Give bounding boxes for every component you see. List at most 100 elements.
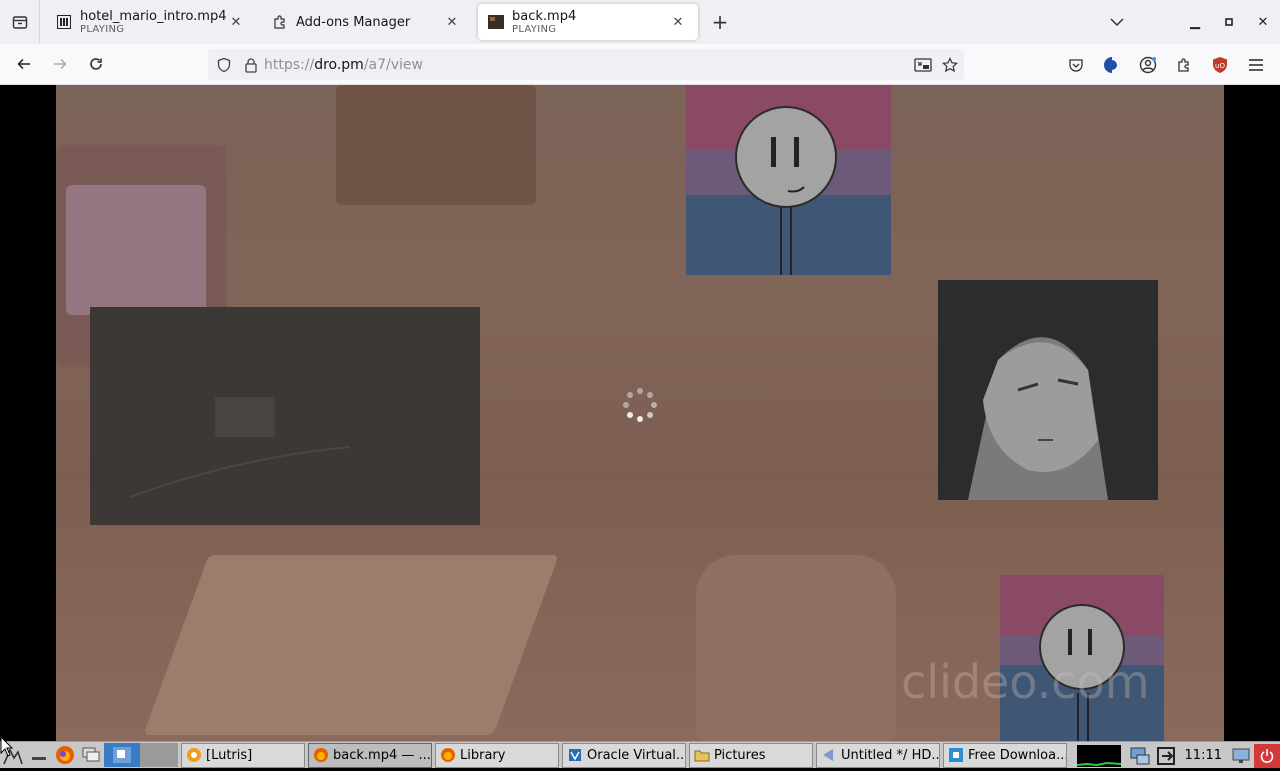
close-tab-icon[interactable]: ✕	[226, 12, 246, 32]
maximize-icon	[1225, 18, 1233, 26]
plus-icon: +	[711, 10, 729, 34]
bookmark-star-icon[interactable]	[942, 56, 958, 73]
task-label: Oracle Virtual...	[587, 747, 686, 763]
url-scheme: https://	[264, 56, 315, 73]
back-button[interactable]	[6, 48, 42, 80]
list-all-tabs-button[interactable]	[1100, 0, 1134, 44]
cpu-graph-widget	[1076, 744, 1121, 767]
taskbar-item-pictures[interactable]: Pictures	[689, 742, 813, 768]
account-button[interactable]	[1130, 49, 1166, 81]
video-player[interactable]: clideo.com	[56, 85, 1224, 741]
task-label: Library	[460, 747, 506, 763]
url-text[interactable]: https://dro.pm/a7/view	[264, 57, 423, 73]
close-icon: ✕	[1257, 14, 1269, 30]
pocket-icon	[1069, 58, 1083, 72]
task-label: [Lutris]	[206, 747, 253, 763]
network-button[interactable]	[1127, 744, 1153, 768]
navigation-toolbar: https://dro.pm/a7/view uO	[0, 44, 1280, 85]
ublock-shield-icon: uO	[1213, 56, 1227, 73]
video-thumbnail-icon	[488, 14, 504, 30]
tab-strip: hotel_mario_intro.mp4 PLAYING ✕ Add-ons …	[0, 0, 1280, 44]
show-desktop-icon	[32, 757, 46, 760]
taskbar-item-virtualbox[interactable]: Oracle Virtual...	[562, 742, 686, 768]
loading-spinner-icon	[623, 388, 657, 422]
extension-button[interactable]	[1094, 49, 1130, 81]
new-tab-button[interactable]: +	[706, 8, 734, 36]
task-label: back.mp4 — ...	[333, 747, 431, 763]
taskbar-item-back-mp4[interactable]: back.mp4 — ...	[308, 742, 432, 768]
picture-in-picture-icon[interactable]	[914, 57, 932, 73]
workspace-icon	[113, 747, 131, 763]
video-file-icon	[56, 14, 72, 30]
tracking-protection-shield-icon[interactable]	[216, 57, 232, 73]
shutdown-button[interactable]	[1254, 743, 1280, 768]
system-tray: 11:11	[1076, 742, 1280, 769]
background-shape	[336, 85, 536, 205]
display-button[interactable]	[1228, 744, 1254, 768]
account-icon	[1139, 56, 1157, 73]
lock-icon[interactable]	[244, 57, 258, 73]
firefox-icon	[312, 746, 330, 764]
taskbar-item-free-download[interactable]: Free Downloa...	[943, 742, 1067, 768]
download-icon	[947, 746, 965, 764]
window-controls: ▁ ✕	[1100, 0, 1280, 44]
anime-portrait-image	[938, 280, 1158, 500]
tab-back-mp4[interactable]: back.mp4 PLAYING ✕	[478, 4, 698, 40]
ublock-button[interactable]: uO	[1202, 49, 1238, 81]
power-icon	[1260, 748, 1274, 763]
dark-overlay-panel	[90, 307, 480, 525]
monitor-icon	[1232, 748, 1250, 763]
switch-user-icon	[1156, 746, 1175, 765]
task-label: Pictures	[714, 747, 766, 763]
tab-playing-label: PLAYING	[512, 24, 557, 35]
workspace-1[interactable]	[104, 743, 140, 767]
close-window-button[interactable]: ✕	[1246, 0, 1280, 44]
extensions-button[interactable]	[1166, 49, 1202, 81]
logout-switch-button[interactable]	[1153, 744, 1179, 768]
mouse-cursor-icon	[0, 736, 14, 757]
firefox-launcher[interactable]	[52, 743, 78, 767]
network-icon	[1130, 747, 1150, 764]
app-menu-button[interactable]	[1238, 49, 1274, 81]
tab-title: hotel_mario_intro.mp4	[80, 9, 226, 24]
taskbar-item-library[interactable]: Library	[435, 742, 559, 768]
file-manager-launcher[interactable]	[78, 743, 104, 767]
smiley-sticker-top	[686, 85, 891, 275]
reload-button[interactable]	[78, 48, 114, 80]
url-bar[interactable]: https://dro.pm/a7/view	[208, 49, 964, 80]
chair-shape	[696, 555, 896, 741]
firefox-icon	[439, 746, 457, 764]
show-desktop-button[interactable]	[26, 743, 52, 767]
taskbar-item-lutris[interactable]: [Lutris]	[181, 742, 305, 768]
minimize-button[interactable]: ▁	[1178, 0, 1212, 44]
close-tab-icon[interactable]: ✕	[668, 12, 688, 32]
virtualbox-icon	[566, 746, 584, 764]
tab-hotel-mario[interactable]: hotel_mario_intro.mp4 PLAYING ✕	[46, 4, 256, 40]
taskbar: [Lutris] back.mp4 — ... Library Oracle V…	[0, 741, 1280, 768]
tab-playing-label: PLAYING	[80, 24, 125, 35]
reload-icon	[90, 58, 102, 70]
svg-text:uO: uO	[1215, 62, 1225, 70]
forward-button[interactable]	[42, 48, 78, 80]
tab-title: Add-ons Manager	[296, 14, 411, 30]
puzzle-icon	[272, 14, 288, 30]
pocket-button[interactable]	[1058, 49, 1094, 81]
maximize-button[interactable]	[1212, 0, 1246, 44]
lutris-icon	[185, 746, 203, 764]
url-host: dro.pm	[314, 56, 364, 73]
close-tab-icon[interactable]: ✕	[442, 12, 462, 32]
arrow-left-icon	[17, 58, 30, 70]
puzzle-icon	[1178, 57, 1189, 72]
tab-addons-manager[interactable]: Add-ons Manager ✕	[262, 4, 472, 40]
editor-icon	[820, 746, 838, 764]
firefox-view-button[interactable]	[0, 0, 40, 44]
task-label: Untitled */ HD...	[841, 747, 940, 763]
clock[interactable]: 11:11	[1185, 748, 1222, 763]
workspace-2[interactable]	[140, 743, 178, 767]
folder-icon	[693, 746, 711, 764]
windows-icon	[82, 747, 100, 762]
monitor-shape	[66, 185, 206, 315]
dark-reader-icon	[1104, 56, 1120, 73]
taskbar-item-untitled[interactable]: Untitled */ HD...	[816, 742, 940, 768]
firefox-view-icon	[12, 16, 27, 29]
